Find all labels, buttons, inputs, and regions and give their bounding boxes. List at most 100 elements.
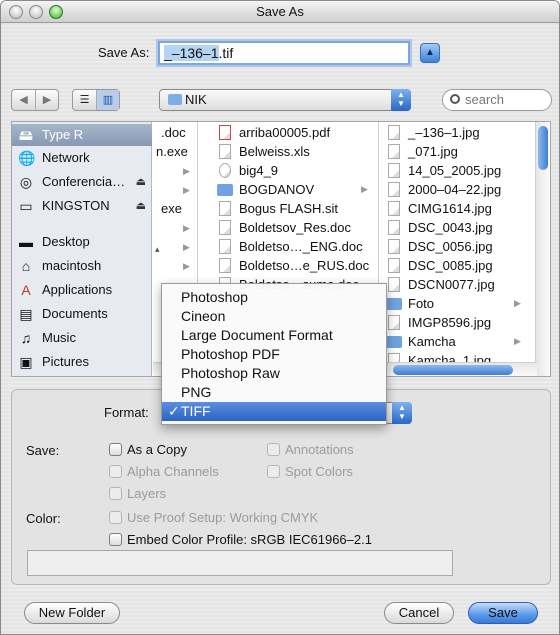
- image-file-icon: [388, 277, 400, 292]
- image-file-icon: [388, 163, 400, 178]
- scrollbar-thumb[interactable]: [393, 365, 513, 375]
- image-file-icon: [388, 258, 400, 273]
- list-item-label: DSC_0085.jpg: [408, 258, 493, 273]
- list-item[interactable]: exe: [161, 199, 182, 218]
- list-item-label: Boldetso…e_RUS.doc: [239, 258, 370, 273]
- list-item[interactable]: arriba00005.pdf: [199, 123, 378, 142]
- list-item[interactable]: Kamcha ▶: [380, 332, 530, 351]
- checkmark-icon: ✓: [168, 403, 180, 419]
- menu-item-cineon[interactable]: Cineon: [162, 307, 386, 326]
- menu-item-photoshop[interactable]: Photoshop: [162, 288, 386, 307]
- folder-icon: [386, 298, 402, 310]
- list-item-label: 2000–04–22.jpg: [408, 182, 502, 197]
- list-item-label: DSC_0056.jpg: [408, 239, 493, 254]
- sidebar-item-macintosh[interactable]: ⌂ macintosh: [12, 255, 152, 277]
- sidebar-item-kingston[interactable]: ▭ KINGSTON ⏏: [12, 195, 152, 217]
- vertical-scrollbar[interactable]: [535, 122, 549, 376]
- usb-drive-icon: ▭: [19, 198, 33, 214]
- filename-selection: _–136–1: [164, 45, 219, 61]
- applications-icon: A: [21, 282, 31, 298]
- list-item[interactable]: Foto ▶: [380, 294, 530, 313]
- home-icon: ⌂: [21, 258, 31, 274]
- music-icon: ♫: [20, 330, 32, 346]
- embed-color-profile-label: Embed Color Profile: sRGB IEC61966–2.1: [127, 532, 372, 547]
- cd-disc-icon: ◎: [19, 174, 33, 190]
- zoom-window-button[interactable]: [49, 5, 63, 19]
- pdf-file-icon: [219, 125, 231, 140]
- menu-item-photoshop-pdf[interactable]: Photoshop PDF: [162, 345, 386, 364]
- list-item[interactable]: BOGDANOV ▶: [199, 180, 378, 199]
- menu-item-photoshop-raw[interactable]: Photoshop Raw: [162, 364, 386, 383]
- sidebar-item-label: Applications: [42, 282, 113, 297]
- folder-icon: [168, 94, 182, 105]
- close-window-button[interactable]: [9, 5, 23, 19]
- scrollbar-thumb[interactable]: [538, 126, 548, 170]
- disclosure-arrow-icon: ▶: [183, 185, 190, 195]
- forward-arrow-icon[interactable]: ▶: [35, 90, 58, 110]
- menu-item-label: Large Document Format: [181, 327, 333, 343]
- list-item[interactable]: big4_9: [199, 161, 378, 180]
- list-item[interactable]: Bogus FLASH.sit: [199, 199, 378, 218]
- image-file-icon: [388, 315, 400, 330]
- image-file-icon: [388, 201, 400, 216]
- menu-item-label: Photoshop: [181, 289, 248, 305]
- column-view-icon[interactable]: ▥: [96, 90, 119, 110]
- location-popup[interactable]: NIK ▲ ▼: [159, 89, 411, 111]
- menu-item-label: PNG: [181, 384, 212, 400]
- sidebar-item-music[interactable]: ♫ Music: [12, 327, 152, 349]
- image-file-icon: [388, 239, 400, 254]
- embed-color-profile-checkbox[interactable]: [109, 533, 122, 546]
- sidebar-item-applications[interactable]: A Applications: [12, 279, 152, 301]
- search-field[interactable]: search: [442, 89, 552, 111]
- list-item[interactable]: Boldetso…_ENG.doc: [199, 237, 378, 256]
- eject-icon[interactable]: ⏏: [136, 171, 146, 193]
- new-folder-button[interactable]: New Folder: [24, 602, 120, 624]
- sidebar-item-label: Documents: [42, 306, 108, 321]
- menu-item-png[interactable]: PNG: [162, 383, 386, 402]
- sidebar-item-label: Desktop: [42, 234, 90, 249]
- list-item[interactable]: Boldetsov_Res.doc: [199, 218, 378, 237]
- desktop-icon: ▬: [19, 234, 33, 250]
- list-item-label: _071.jpg: [408, 144, 458, 159]
- list-view-icon[interactable]: ☰: [73, 90, 96, 110]
- app-file-icon: [219, 163, 231, 178]
- sidebar-item-conferencia[interactable]: ◎ Conferencia… ⏏: [12, 171, 152, 193]
- disclosure-arrow-icon: ▶: [183, 242, 190, 252]
- collapse-toggle-button[interactable]: ▲: [420, 43, 440, 63]
- list-item-label: BOGDANOV: [239, 182, 315, 197]
- minimize-window-button[interactable]: [29, 5, 43, 19]
- document-file-icon: [219, 220, 231, 235]
- back-arrow-icon[interactable]: ◀: [12, 90, 35, 110]
- sidebar-item-network[interactable]: 🌐 Network: [12, 147, 152, 169]
- image-file-icon: [388, 125, 400, 140]
- list-item-label: .doc: [161, 125, 186, 140]
- title-bar: Save As: [1, 1, 559, 23]
- list-item-label: _–136–1.jpg: [408, 125, 480, 140]
- sidebar-item-pictures[interactable]: ▣ Pictures: [12, 351, 152, 373]
- save-as-label: Save As:: [98, 45, 150, 60]
- list-item[interactable]: .doc: [161, 123, 186, 142]
- sidebar-item-type-r[interactable]: 🖴 Type R: [12, 124, 152, 146]
- list-item[interactable]: n.exe: [156, 142, 188, 161]
- list-item[interactable]: Belweiss.xls: [199, 142, 378, 161]
- browser-column-3: _–136–1.jpg _071.jpg 14_05_2005.jpg 2000…: [380, 122, 550, 376]
- as-a-copy-checkbox[interactable]: [109, 443, 122, 456]
- sidebar-item-label: KINGSTON: [42, 198, 110, 213]
- list-item-label: Boldetsov_Res.doc: [239, 220, 352, 235]
- disclosure-arrow-icon: ▶: [183, 223, 190, 233]
- sidebar-item-desktop[interactable]: ▬ Desktop: [12, 231, 152, 253]
- list-item-label: 14_05_2005.jpg: [408, 163, 502, 178]
- disclosure-arrow-icon: ▶: [361, 184, 368, 194]
- format-dropdown-menu: Photoshop Cineon Large Document Format P…: [161, 283, 387, 425]
- eject-icon[interactable]: ⏏: [136, 195, 146, 217]
- list-item[interactable]: Boldetso…e_RUS.doc: [199, 256, 378, 275]
- sidebar-item-documents[interactable]: ▤ Documents: [12, 303, 152, 325]
- layers-checkbox: [109, 487, 122, 500]
- cancel-button[interactable]: Cancel: [384, 602, 454, 624]
- filename-input[interactable]: _–136–1.tif: [158, 41, 410, 65]
- menu-item-tiff[interactable]: ✓ TIFF: [162, 402, 386, 421]
- list-item-label: big4_9: [239, 163, 279, 178]
- menu-item-large-document-format[interactable]: Large Document Format: [162, 326, 386, 345]
- save-button[interactable]: Save: [468, 602, 538, 624]
- sidebar-item-label: Network: [42, 150, 90, 165]
